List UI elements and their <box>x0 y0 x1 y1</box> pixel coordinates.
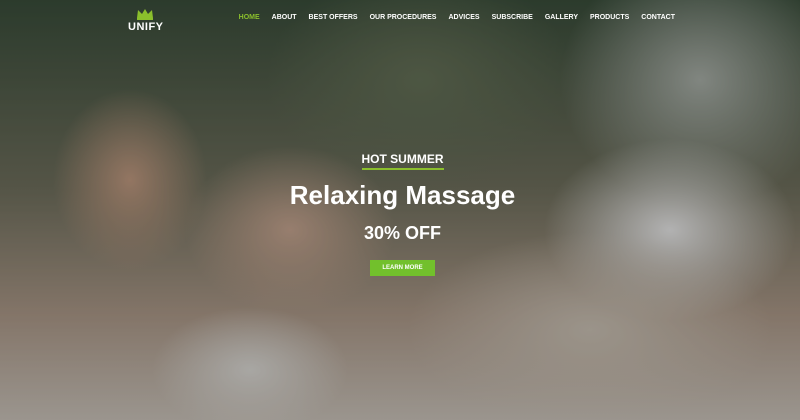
learn-more-button[interactable]: LEARN MORE <box>370 260 435 276</box>
hero-discount: 30% OFF <box>363 223 442 243</box>
nav-item-products[interactable]: PRODUCTS <box>590 14 629 21</box>
brand-logo[interactable]: UNIFY <box>128 8 164 33</box>
hero-caption: HOT SUMMER Relaxing Massage 30% OFF LEAR… <box>0 150 800 276</box>
hero-section: UNIFY HOME ABOUT BEST OFFERS OUR PROCEDU… <box>0 0 800 420</box>
nav-item-home[interactable]: HOME <box>239 14 260 21</box>
nav-item-our-procedures[interactable]: OUR PROCEDURES <box>370 14 437 21</box>
brand-name: UNIFY <box>128 21 164 33</box>
crown-icon <box>137 9 153 20</box>
nav-item-subscribe[interactable]: SUBSCRIBE <box>492 14 533 21</box>
nav-item-about[interactable]: ABOUT <box>272 14 297 21</box>
nav-item-best-offers[interactable]: BEST OFFERS <box>309 14 358 21</box>
hero-headline: Relaxing Massage <box>289 180 516 210</box>
hero-kicker: HOT SUMMER <box>361 152 444 170</box>
nav-item-contact[interactable]: CONTACT <box>641 14 675 21</box>
nav-item-gallery[interactable]: GALLERY <box>545 14 578 21</box>
nav-item-advices[interactable]: ADVICES <box>448 14 479 21</box>
main-nav: HOME ABOUT BEST OFFERS OUR PROCEDURES AD… <box>239 14 675 21</box>
